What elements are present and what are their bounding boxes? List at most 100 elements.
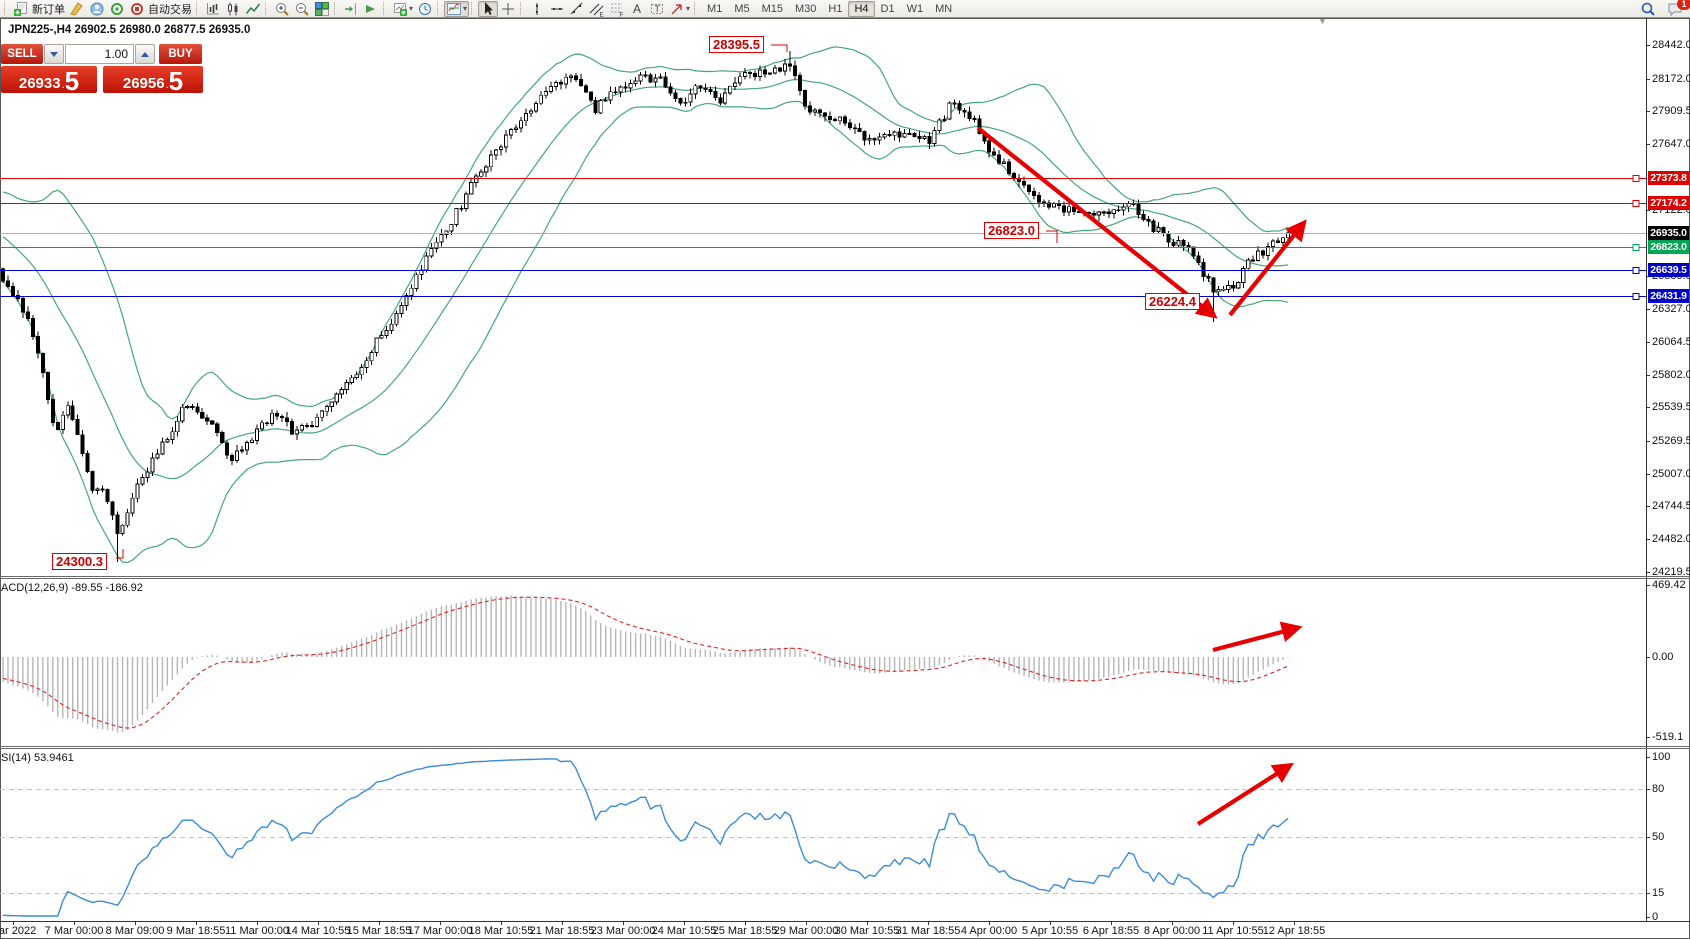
date-axis-label: 9 Mar 18:55 bbox=[167, 925, 226, 937]
autotrade-icon-button[interactable]: 自动交易 bbox=[127, 1, 194, 17]
crosshair-icon-button[interactable] bbox=[498, 1, 518, 17]
zoom-in-icon-button[interactable] bbox=[272, 1, 292, 17]
price-axis-tick: 25269.5 bbox=[1652, 435, 1690, 447]
bollinger-middle bbox=[3, 80, 1288, 479]
hline-handle[interactable] bbox=[1633, 245, 1639, 251]
date-axis-label: 14 Mar 10:55 bbox=[286, 925, 351, 937]
chart-shift-icon-button[interactable] bbox=[341, 1, 361, 17]
text-label-icon-button[interactable]: T bbox=[647, 1, 667, 17]
line-chart-icon-button[interactable] bbox=[243, 1, 263, 17]
templates-icon-button[interactable]: ▾ bbox=[444, 1, 469, 17]
trend-arrow[interactable] bbox=[1230, 224, 1303, 315]
date-axis-label: 11 Apr 10:55 bbox=[1202, 925, 1264, 937]
bar-chart-icon-button[interactable] bbox=[203, 1, 223, 17]
fibonacci-icon-button[interactable]: F bbox=[607, 1, 627, 17]
price-axis-tick: 24219.5 bbox=[1652, 566, 1690, 578]
rsi-axis-tick: 15 bbox=[1652, 887, 1664, 899]
hline-handle[interactable] bbox=[1633, 201, 1639, 207]
candlestick-icon-button[interactable] bbox=[223, 1, 243, 17]
new-order-icon-button[interactable]: 新订单 bbox=[11, 1, 67, 17]
zoom-out-icon-button[interactable] bbox=[292, 1, 312, 17]
buy-price-button[interactable]: 26956.5 bbox=[103, 66, 203, 93]
new-chart-icon-button[interactable]: ▾ bbox=[390, 1, 415, 17]
price-line-badge: 26431.9 bbox=[1648, 289, 1689, 303]
one-click-trading-panel[interactable]: SELL BUY 26933.5 26956.5 bbox=[1, 44, 203, 93]
volume-decrease-button[interactable] bbox=[44, 44, 64, 64]
text-icon-button[interactable]: A bbox=[627, 1, 647, 17]
date-axis-label: 17 Mar 00:00 bbox=[408, 925, 473, 937]
period-icon-button[interactable] bbox=[415, 1, 435, 17]
horizontal-line-icon-button[interactable] bbox=[547, 1, 567, 17]
hline-handle[interactable] bbox=[1633, 176, 1639, 182]
price-axis-tick: 25539.5 bbox=[1652, 401, 1690, 413]
buy-button[interactable]: BUY bbox=[159, 44, 202, 64]
trendline-icon-button[interactable] bbox=[567, 1, 587, 17]
price-axis-tick: 25007.0 bbox=[1652, 468, 1690, 480]
date-axis-label: 18 Mar 10:55 bbox=[469, 925, 534, 937]
community-icon-button[interactable] bbox=[87, 1, 107, 17]
volume-increase-button[interactable] bbox=[135, 44, 155, 64]
news-icon-button[interactable] bbox=[107, 1, 127, 17]
price-axis-tick: 28172.0 bbox=[1652, 73, 1690, 85]
hline-handle[interactable] bbox=[1633, 268, 1639, 274]
hline-handle[interactable] bbox=[1633, 294, 1639, 300]
macd-axis-tick: 0.00 bbox=[1652, 651, 1673, 663]
axis-ticks bbox=[14, 46, 1651, 926]
price-axis-tick: 26064.5 bbox=[1652, 336, 1690, 348]
volume-input[interactable] bbox=[65, 44, 134, 64]
price-axis-tick: 25802.0 bbox=[1652, 369, 1690, 381]
date-axis-label: 21 Mar 18:55 bbox=[530, 925, 595, 937]
chart-window[interactable]: JPN225-,H4 26902.5 26980.0 26877.5 26935… bbox=[0, 18, 1690, 939]
sell-button[interactable]: SELL bbox=[1, 44, 43, 64]
price-annotation[interactable]: 26224.4 bbox=[1145, 293, 1200, 310]
arrows-icon-button[interactable]: ▾ bbox=[667, 1, 692, 17]
date-axis-label: 12 Apr 18:55 bbox=[1263, 925, 1325, 937]
timeframe-w1-button[interactable]: W1 bbox=[901, 1, 930, 17]
date-axis-label: 8 Mar 09:00 bbox=[106, 925, 165, 937]
panel-splitter-icon[interactable]: ▼ bbox=[1318, 18, 1327, 26]
price-axis-tick: 24744.5 bbox=[1652, 500, 1690, 512]
price-axis-tick: 24482.0 bbox=[1652, 533, 1690, 545]
bollinger-lower bbox=[3, 101, 1288, 562]
styler-icon-button[interactable] bbox=[67, 1, 87, 17]
date-axis-label: 15 Mar 18:55 bbox=[347, 925, 412, 937]
toolbar-grip bbox=[437, 2, 441, 15]
chat-icon[interactable]: 1 bbox=[1665, 1, 1685, 17]
price-annotation[interactable]: 24300.3 bbox=[52, 553, 107, 570]
timeframe-m1-button[interactable]: M1 bbox=[701, 1, 728, 17]
timeframe-d1-button[interactable]: D1 bbox=[875, 1, 901, 17]
date-axis-label: Mar 2022 bbox=[0, 925, 36, 937]
drawn-objects bbox=[116, 45, 1303, 824]
price-line-badge: 26639.5 bbox=[1648, 263, 1689, 277]
date-axis-label: 7 Mar 00:00 bbox=[45, 925, 104, 937]
buy-price-int: 26956 bbox=[123, 75, 165, 92]
svg-text:F: F bbox=[620, 12, 624, 17]
timeframe-m5-button[interactable]: M5 bbox=[728, 1, 755, 17]
price-annotation[interactable]: 28395.5 bbox=[709, 36, 764, 53]
toolbar-grip bbox=[471, 2, 475, 15]
timeframe-h4-button[interactable]: H4 bbox=[848, 1, 874, 17]
vertical-line-icon-button[interactable] bbox=[527, 1, 547, 17]
timeframe-m30-button[interactable]: M30 bbox=[789, 1, 822, 17]
sell-price-button[interactable]: 26933.5 bbox=[1, 66, 97, 93]
bollinger-bands bbox=[3, 47, 1288, 563]
toolbar-grip bbox=[4, 2, 8, 15]
tile-windows-icon-button[interactable] bbox=[312, 1, 332, 17]
timeframe-m15-button[interactable]: M15 bbox=[756, 1, 789, 17]
timeframe-mn-button[interactable]: MN bbox=[929, 1, 958, 17]
date-axis-label: 11 Mar 00:00 bbox=[225, 925, 289, 937]
auto-scroll-icon-button[interactable] bbox=[361, 1, 381, 17]
search-icon[interactable] bbox=[1638, 1, 1658, 17]
timeframe-h1-button[interactable]: H1 bbox=[822, 1, 848, 17]
cursor-icon-button[interactable] bbox=[478, 1, 498, 17]
chevron-down-icon: ▾ bbox=[686, 4, 690, 13]
price-chart-canvas[interactable] bbox=[0, 18, 1690, 939]
trend-arrow[interactable] bbox=[1198, 766, 1289, 824]
price-annotation[interactable]: 26823.0 bbox=[984, 222, 1039, 239]
autotrade-label: 自动交易 bbox=[148, 1, 192, 17]
rsi-panel bbox=[0, 759, 1646, 916]
trend-arrow[interactable] bbox=[1213, 628, 1297, 650]
equidistant-channel-icon-button[interactable]: E bbox=[587, 1, 607, 17]
rsi-axis-tick: 100 bbox=[1652, 751, 1670, 763]
toolbar-grip bbox=[520, 2, 524, 15]
